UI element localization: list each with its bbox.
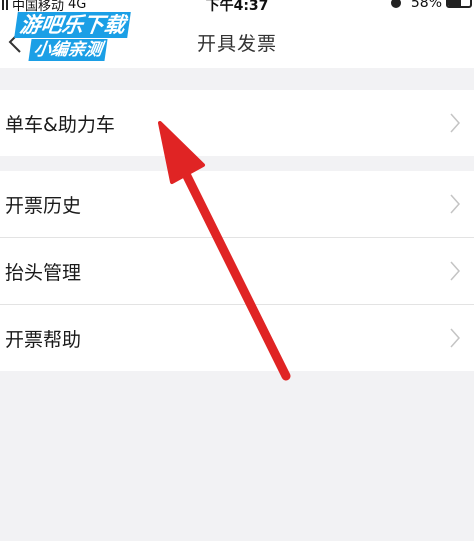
status-right: 58% bbox=[390, 0, 442, 11]
chevron-right-icon bbox=[450, 113, 460, 133]
watermark-line2: 小编亲测 bbox=[28, 39, 108, 61]
chevron-right-icon bbox=[450, 261, 460, 281]
battery-level bbox=[448, 0, 461, 6]
alarm-icon bbox=[390, 0, 401, 8]
list-item-label: 开票历史 bbox=[5, 195, 82, 217]
list-item-bike[interactable]: 单车&助力车 bbox=[0, 90, 474, 156]
list-item-label: 开票帮助 bbox=[5, 329, 82, 351]
list-item-invoice-history[interactable]: 开票历史 bbox=[0, 171, 474, 237]
list-item-label: 单车&助力车 bbox=[5, 114, 115, 136]
list-item-title-management[interactable]: 抬头管理 bbox=[0, 238, 474, 304]
chevron-right-icon bbox=[450, 328, 460, 348]
invoice-screen: 中国移动 4G 下午4:37 58% 开具发票 游吧乐下载 小编亲测 单车&助力… bbox=[0, 0, 474, 541]
battery-icon bbox=[446, 0, 472, 8]
list-item-label: 抬头管理 bbox=[5, 262, 82, 284]
watermark: 游吧乐下载 小编亲测 bbox=[14, 12, 148, 68]
list-item-invoice-help[interactable]: 开票帮助 bbox=[0, 305, 474, 371]
watermark-line1: 游吧乐下载 bbox=[14, 12, 131, 38]
battery-percent: 58% bbox=[410, 0, 442, 11]
chevron-right-icon bbox=[450, 194, 460, 214]
status-bar: 中国移动 4G 下午4:37 58% bbox=[0, 0, 474, 14]
